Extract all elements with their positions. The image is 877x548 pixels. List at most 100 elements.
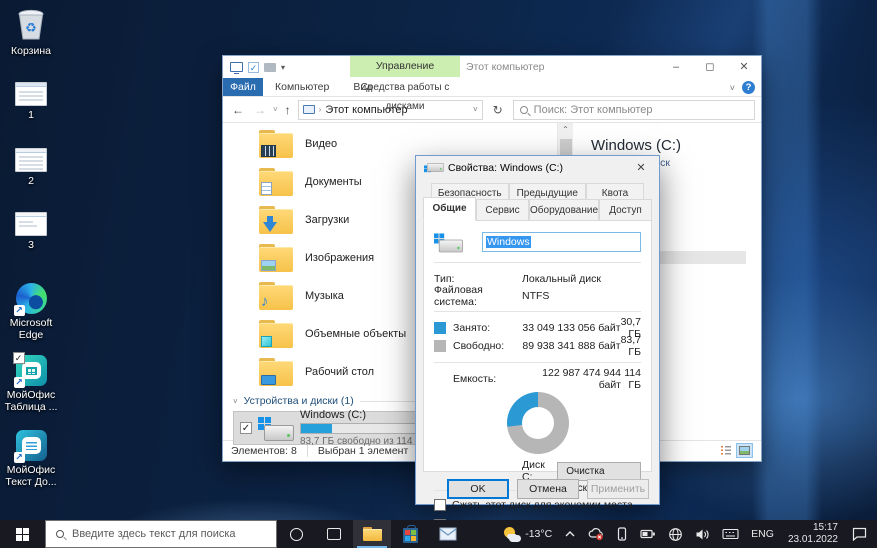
desktop-icon-label: МойОфис Таблица ... [0,389,62,413]
volume-label-input[interactable]: Windows [482,232,641,252]
collapse-chevron-icon: ˅ [233,397,238,406]
weather-tray-item[interactable]: -13°C [498,527,558,542]
details-view-button[interactable] [717,443,734,458]
search-icon [56,530,64,538]
explorer-search-input[interactable]: Поиск: Этот компьютер [513,100,755,120]
recent-locations-chevron-icon[interactable]: ˅ [273,105,278,114]
cortana-button[interactable] [277,520,315,548]
dialog-footer: OK Отмена Применить [416,473,659,504]
tray-phone[interactable] [610,527,634,541]
scroll-up-icon[interactable]: ⌃ [558,125,573,134]
explorer-window-title: Этот компьютер [466,56,545,78]
computer-icon[interactable] [230,62,243,72]
desktop-icon-recycle-bin[interactable]: ♻ Корзина [0,6,62,57]
desktop-icon-doc2[interactable]: 2 [0,148,62,187]
status-items-count: Элементов: 8 [231,445,297,457]
close-button[interactable]: ✕ [727,56,761,78]
tab-file[interactable]: Файл [223,78,263,96]
new-folder-icon[interactable] [264,63,276,72]
task-view-button[interactable] [315,520,353,548]
document-glyph-icon [261,182,272,195]
tab-computer[interactable]: Компьютер [263,78,341,96]
drive-icon [424,164,434,172]
ok-button[interactable]: OK [447,479,509,499]
tray-touch-keyboard[interactable] [716,528,745,540]
window-thumbnail-icon [15,82,47,106]
folder-icon [259,168,295,196]
tray-volume[interactable] [689,528,716,541]
drive-usage-bar [300,423,418,434]
forward-button[interactable]: → [251,103,269,117]
ribbon-contextual-tab-manage[interactable]: Управление [350,56,460,77]
desktop-icon-label: Microsoft Edge [0,317,62,341]
drive-icon [258,415,294,441]
tray-cloud-status[interactable] [582,527,610,541]
desktop-icon-label: Корзина [11,45,51,57]
desktop-icon-myoffice-text[interactable]: ↗ МойОфис Текст До... [0,430,62,488]
general-tab-page: Windows Тип: Локальный диск Файловая сис… [423,221,652,472]
taskbar-clock[interactable]: 15:17 23.01.2022 [780,522,846,546]
apply-button[interactable]: Применить [587,479,649,499]
tab-general[interactable]: Общие [423,197,476,221]
dialog-tab-strip: Безопасность Предыдущие версии Квота Общ… [423,183,652,221]
mail-icon [439,527,457,541]
properties-checkbox-icon[interactable]: ✓ [248,62,259,73]
tab-disk-tools[interactable]: Средства работы с дисками [350,78,460,116]
folder-icon [259,244,295,272]
music-note-glyph-icon: ♪ [261,295,269,309]
list-view-icon [721,446,731,455]
action-center-button[interactable] [846,527,877,541]
cancel-button[interactable]: Отмена [517,479,579,499]
selection-checkbox[interactable]: ✓ [240,422,252,434]
cube-glyph-icon [261,336,272,347]
close-icon[interactable]: ✕ [631,161,651,174]
start-button[interactable] [0,520,45,548]
expand-ribbon-chevron-icon[interactable]: ˅ [730,83,735,93]
used-color-swatch [434,322,446,334]
folder-label: Рабочий стол [305,366,374,378]
tab-tools[interactable]: Сервис [476,199,529,221]
minimize-button[interactable]: – [659,56,693,78]
desktop-icon-doc1[interactable]: 1 [0,82,62,121]
folder-icon [259,130,295,158]
cloud-error-icon [588,527,604,541]
taskbar-mail-button[interactable] [429,520,467,548]
language-indicator[interactable]: ENG [745,528,780,540]
taskbar-explorer-button[interactable] [353,520,391,548]
address-dropdown-chevron-icon[interactable]: ˅ [473,105,478,114]
recycle-bin-icon: ♻ [15,6,47,42]
tray-network[interactable] [662,527,689,542]
taskbar-store-button[interactable] [391,520,429,548]
disk-usage-donut-chart [507,392,569,454]
cortana-icon [290,528,303,541]
tab-sharing[interactable]: Доступ [599,199,652,221]
capacity-bytes: 122 987 474 944 байт [519,367,621,391]
tray-power[interactable] [634,528,662,540]
notification-icon [852,527,867,541]
refresh-button[interactable]: ↻ [487,103,509,117]
tab-hardware[interactable]: Оборудование [529,199,599,221]
up-button[interactable]: ↑ [282,103,294,117]
shortcut-arrow-icon: ↗ [14,377,25,388]
clock-time: 15:17 [788,522,838,534]
desktop-icon-myoffice-table[interactable]: ✓ ↗ МойОфис Таблица ... [0,355,62,413]
folder-icon [259,320,295,348]
windows-logo-icon [16,528,29,541]
folder-icon: ♪ [259,282,295,310]
shortcut-arrow-icon: ↗ [14,452,25,463]
desktop-icon-doc3[interactable]: 3 [0,212,62,251]
back-button[interactable]: ← [229,103,247,117]
keyboard-icon [722,528,739,540]
qat-customize-chevron-icon[interactable]: ▾ [281,63,285,72]
maximize-button[interactable]: ◻ [693,56,727,78]
thumbnail-view-button[interactable] [736,443,753,458]
desktop-icon-edge[interactable]: ↗ Microsoft Edge [0,283,62,341]
ribbon-tabs: Файл Компьютер Вид Средства работы с дис… [223,78,761,97]
picture-glyph-icon [261,260,276,271]
breadcrumb-chevron-icon: › [319,105,322,114]
tray-overflow-button[interactable] [558,529,582,539]
checkmark-overlay-icon: ✓ [13,352,25,364]
taskbar-search-input[interactable]: Введите здесь текст для поиска [45,520,277,548]
help-icon[interactable]: ? [742,81,755,94]
speaker-icon [695,528,710,541]
